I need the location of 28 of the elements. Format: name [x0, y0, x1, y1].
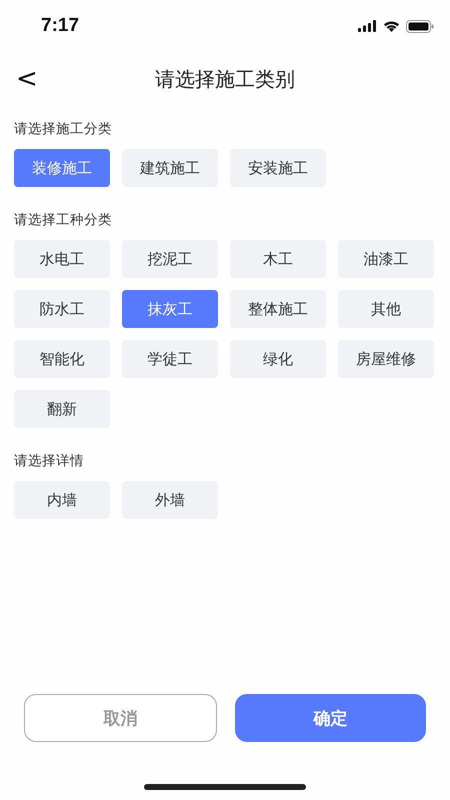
option-chip[interactable]: 抹灰工	[122, 290, 218, 328]
wifi-icon	[383, 20, 400, 32]
option-chip[interactable]: 水电工	[14, 240, 110, 278]
option-chip[interactable]: 建筑施工	[122, 149, 218, 187]
option-chip[interactable]: 学徒工	[122, 340, 218, 378]
option-chip[interactable]: 房屋维修	[338, 340, 434, 378]
option-chip[interactable]: 挖泥工	[122, 240, 218, 278]
battery-icon	[406, 20, 434, 32]
status-time: 7:17	[41, 15, 80, 37]
signal-icon	[358, 20, 377, 32]
confirm-button[interactable]: 确定	[235, 694, 426, 742]
option-chip[interactable]: 外墙	[122, 481, 218, 519]
option-chip[interactable]: 翻新	[14, 390, 110, 428]
option-chip[interactable]: 内墙	[14, 481, 110, 519]
option-chip[interactable]: 防水工	[14, 290, 110, 328]
option-chip[interactable]: 装修施工	[14, 149, 110, 187]
option-chip[interactable]: 智能化	[14, 340, 110, 378]
back-button[interactable]: <	[10, 62, 44, 96]
option-chip[interactable]: 油漆工	[338, 240, 434, 278]
option-chip[interactable]: 安装施工	[230, 149, 326, 187]
option-chip[interactable]: 绿化	[230, 340, 326, 378]
option-chip[interactable]: 整体施工	[230, 290, 326, 328]
option-chip[interactable]: 其他	[338, 290, 434, 328]
section-label: 请选择详情	[14, 452, 85, 470]
option-chip[interactable]: 木工	[230, 240, 326, 278]
section-label: 请选择工种分类	[14, 211, 113, 229]
section-label: 请选择施工分类	[14, 120, 113, 138]
page-title: 请选择施工类别	[155, 66, 295, 92]
